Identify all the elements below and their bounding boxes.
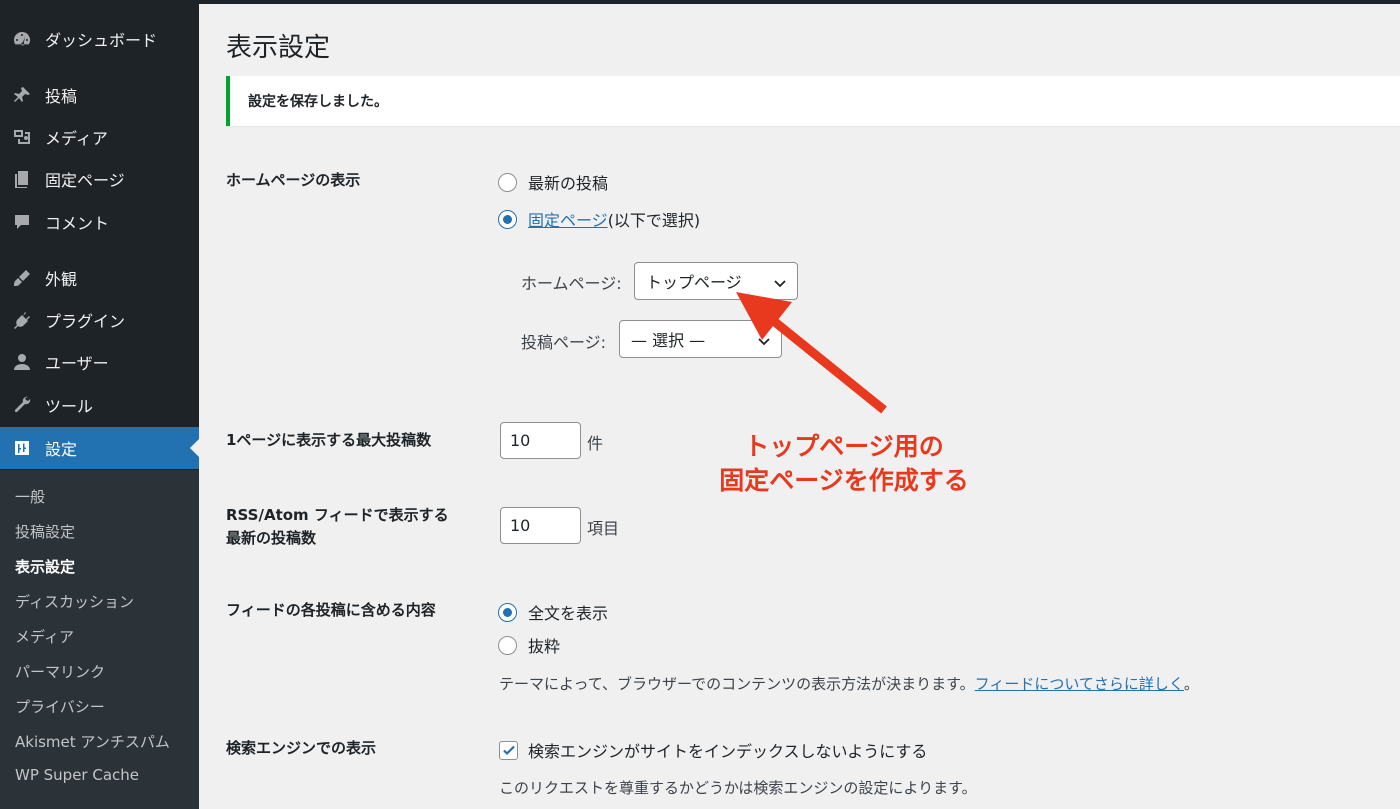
annotation-line-1: トップページ用の — [744, 432, 944, 461]
sidebar-item-settings[interactable]: 設定 — [0, 427, 199, 469]
discourage-indexing-checkbox[interactable] — [499, 740, 518, 760]
search-engine-label: 検索エンジンでの表示 — [226, 739, 377, 757]
option-full-text-label: 全文を表示 — [528, 604, 609, 623]
comment-icon — [11, 211, 33, 233]
option-static-page[interactable]: 固定ページ (以下で選択) — [498, 207, 700, 231]
pin-icon — [11, 84, 33, 106]
posts-per-page-label: 1ページに表示する最大投稿数 — [226, 431, 432, 449]
posts-per-page-input[interactable]: 10 — [500, 422, 581, 459]
search-engine-description: このリクエストを尊重するかどうかは検索エンジンの設定によります。 — [499, 779, 977, 797]
posts-page-label: 投稿ページ: — [521, 333, 607, 352]
option-latest-posts[interactable]: 最新の投稿 — [498, 170, 608, 194]
chevron-down-icon — [757, 333, 771, 347]
rss-posts-unit: 項目 — [587, 519, 620, 538]
success-notice: 設定を保存しました。 — [226, 76, 1400, 126]
rss-posts-input[interactable]: 10 — [500, 507, 581, 544]
sidebar-item-label: 固定ページ — [45, 171, 125, 190]
chevron-down-icon — [773, 275, 787, 289]
homepage-display-label: ホームページの表示 — [226, 171, 361, 189]
feed-desc-suffix: 。 — [1183, 675, 1199, 693]
pages-icon — [11, 168, 33, 190]
sidebar-item-appearance[interactable]: 外観 — [0, 257, 199, 299]
submenu-item-reading[interactable]: 表示設定 — [15, 556, 75, 577]
submenu-item-general[interactable]: 一般 — [15, 486, 45, 507]
front-page-select-value: トップページ — [646, 273, 742, 292]
radio-excerpt[interactable] — [498, 635, 517, 655]
submenu-item-discussion[interactable]: ディスカッション — [15, 591, 134, 612]
submenu-item-media[interactable]: メディア — [15, 626, 74, 647]
sidebar-item-label: ユーザー — [45, 354, 109, 373]
static-page-link[interactable]: 固定ページ — [528, 207, 608, 231]
feed-content-description: テーマによって、ブラウザーでのコンテンツの表示方法が決まります。フィードについて… — [499, 673, 1199, 694]
sidebar-item-comments[interactable]: コメント — [0, 201, 199, 243]
radio-static-page[interactable] — [498, 209, 517, 229]
option-full-text[interactable]: 全文を表示 — [498, 600, 608, 624]
sidebar-item-label: ツール — [45, 397, 94, 416]
sidebar-item-label: 投稿 — [45, 87, 78, 106]
submenu-item-privacy[interactable]: プライバシー — [15, 696, 105, 717]
radio-latest-posts[interactable] — [498, 172, 517, 192]
submenu-item-permalinks[interactable]: パーマリンク — [15, 661, 105, 682]
sidebar-item-media[interactable]: メディア — [0, 116, 199, 158]
posts-per-page-unit: 件 — [587, 434, 604, 453]
checkmark-icon — [502, 745, 515, 756]
submenu-item-wp-super-cache[interactable]: WP Super Cache — [15, 766, 139, 784]
sidebar-item-plugins[interactable]: プラグイン — [0, 299, 199, 341]
sidebar-item-label: コメント — [45, 214, 110, 233]
wrench-icon — [11, 394, 33, 416]
sidebar-item-pages[interactable]: 固定ページ — [0, 158, 199, 200]
rss-posts-label-line2: 最新の投稿数 — [226, 529, 317, 547]
admin-sidebar: ダッシュボード 投稿 メディア 固定ページ コメント 外観 プラグイン ユーザー… — [0, 0, 199, 809]
appearance-icon — [11, 267, 33, 289]
annotation-line-2: 固定ページを作成する — [719, 466, 969, 495]
sidebar-item-tools[interactable]: ツール — [0, 384, 199, 426]
notice-text: 設定を保存しました。 — [248, 94, 388, 110]
feed-desc-text: テーマによって、ブラウザーでのコンテンツの表示方法が決まります。 — [499, 675, 975, 693]
active-menu-arrow — [190, 439, 199, 457]
sidebar-item-dashboard[interactable]: ダッシュボード — [0, 18, 199, 60]
rss-posts-label-line1: RSS/Atom フィードで表示する — [226, 506, 449, 524]
front-page-label: ホームページ: — [521, 274, 622, 293]
sidebar-item-label: メディア — [45, 129, 108, 148]
plugin-icon — [11, 309, 33, 331]
sidebar-item-label: プラグイン — [45, 312, 126, 331]
option-discourage-indexing[interactable]: 検索エンジンがサイトをインデックスしないようにする — [499, 738, 927, 762]
main-content: 表示設定 設定を保存しました。 ホームページの表示 最新の投稿 固定ページ (以… — [199, 0, 1400, 809]
option-latest-posts-label: 最新の投稿 — [528, 174, 609, 193]
sidebar-item-posts[interactable]: 投稿 — [0, 74, 199, 116]
settings-icon — [11, 437, 33, 459]
submenu-item-writing[interactable]: 投稿設定 — [15, 521, 75, 542]
sidebar-item-label: ダッシュボード — [45, 31, 158, 50]
user-icon — [11, 351, 33, 373]
feed-content-label: フィードの各投稿に含める内容 — [226, 601, 436, 619]
sidebar-item-label: 設定 — [45, 440, 78, 459]
front-page-select[interactable]: トップページ — [634, 262, 798, 300]
static-page-suffix: (以下で選択) — [607, 211, 701, 230]
submenu-item-akismet[interactable]: Akismet アンチスパム — [15, 731, 170, 752]
dashboard-icon — [11, 28, 33, 50]
feed-learn-more-link[interactable]: フィードについてさらに詳しく — [975, 675, 1184, 693]
option-excerpt-label: 抜粋 — [528, 637, 561, 656]
settings-submenu: 一般 投稿設定 表示設定 ディスカッション メディア パーマリンク プライバシー… — [0, 470, 199, 809]
radio-full-text[interactable] — [498, 602, 517, 622]
posts-page-select-value: — 選択 — — [631, 331, 706, 350]
media-icon — [11, 126, 33, 148]
sidebar-item-label: 外観 — [45, 270, 78, 289]
option-excerpt[interactable]: 抜粋 — [498, 633, 560, 657]
annotation-text: トップページ用の 固定ページを作成する — [699, 430, 989, 498]
sidebar-item-users[interactable]: ユーザー — [0, 341, 199, 383]
posts-page-select[interactable]: — 選択 — — [619, 320, 782, 358]
discourage-indexing-label: 検索エンジンがサイトをインデックスしないようにする — [528, 742, 928, 761]
page-title: 表示設定 — [226, 33, 331, 63]
